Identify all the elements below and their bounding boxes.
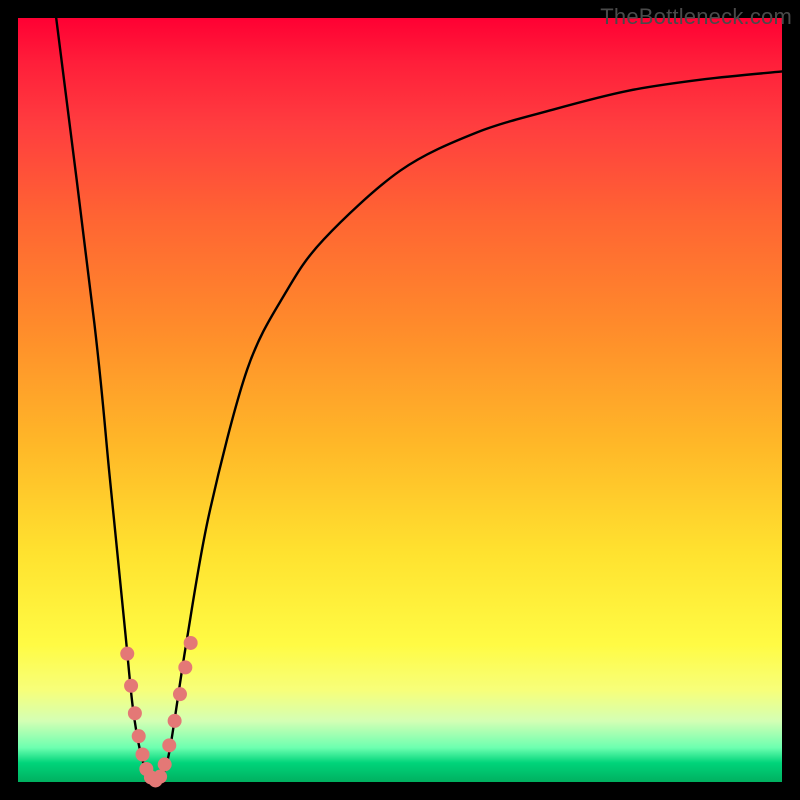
curve-marker [132,729,146,743]
curve-marker [184,636,198,650]
curve-marker [136,748,150,762]
curve-marker [168,714,182,728]
curve-marker [173,687,187,701]
plot-area [18,18,782,782]
curve-marker [153,770,167,784]
curve-marker [158,757,172,771]
chart-frame: TheBottleneck.com [0,0,800,800]
curve-marker [162,738,176,752]
curve-marker [128,706,142,720]
curve-markers [120,636,197,788]
curve-marker [120,647,134,661]
bottleneck-curve [56,18,782,782]
watermark-text: TheBottleneck.com [600,4,792,30]
curve-marker [178,660,192,674]
curve-marker [124,679,138,693]
curve-layer [18,18,782,782]
